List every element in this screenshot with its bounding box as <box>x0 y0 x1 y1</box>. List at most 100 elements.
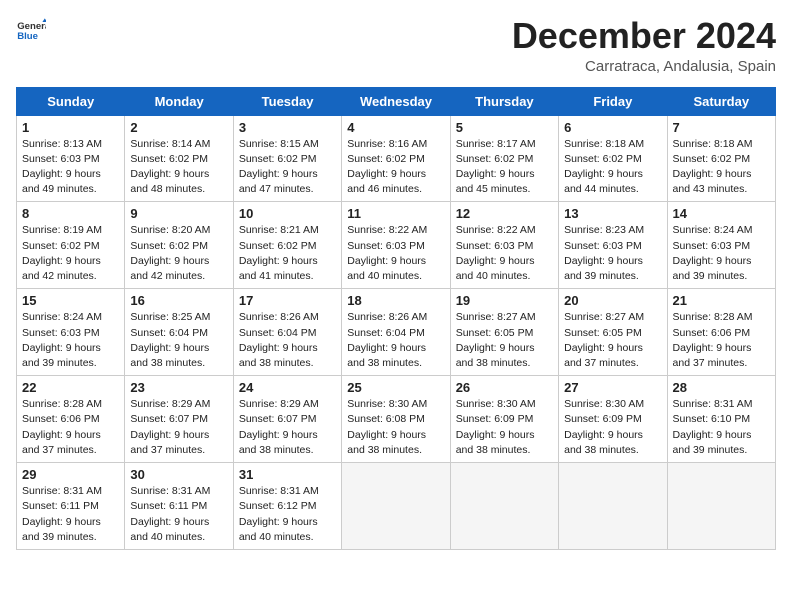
col-wednesday: Wednesday <box>342 87 450 115</box>
cell-content: Sunrise: 8:28 AMSunset: 6:06 PMDaylight:… <box>22 398 102 456</box>
location-title: Carratraca, Andalusia, Spain <box>512 58 776 75</box>
cell-content: Sunrise: 8:31 AMSunset: 6:12 PMDaylight:… <box>239 485 319 543</box>
cell-content: Sunrise: 8:22 AMSunset: 6:03 PMDaylight:… <box>347 224 427 282</box>
cell-content: Sunrise: 8:21 AMSunset: 6:02 PMDaylight:… <box>239 224 319 282</box>
svg-text:Blue: Blue <box>17 31 38 42</box>
cell-content: Sunrise: 8:27 AMSunset: 6:05 PMDaylight:… <box>564 311 644 369</box>
table-row: 9 Sunrise: 8:20 AMSunset: 6:02 PMDaylight… <box>125 202 233 289</box>
day-number: 13 <box>564 206 661 221</box>
day-number: 2 <box>130 120 227 135</box>
table-row: 4 Sunrise: 8:16 AMSunset: 6:02 PMDaylight… <box>342 115 450 202</box>
day-number: 15 <box>22 293 119 308</box>
table-row: 31 Sunrise: 8:31 AMSunset: 6:12 PMDayligh… <box>233 463 341 550</box>
table-row: 24 Sunrise: 8:29 AMSunset: 6:07 PMDayligh… <box>233 376 341 463</box>
logo: General Blue <box>16 16 46 46</box>
cell-content: Sunrise: 8:28 AMSunset: 6:06 PMDaylight:… <box>673 311 753 369</box>
logo-icon: General Blue <box>16 16 46 46</box>
table-row: 8 Sunrise: 8:19 AMSunset: 6:02 PMDaylight… <box>17 202 125 289</box>
day-number: 27 <box>564 380 661 395</box>
table-row: 23 Sunrise: 8:29 AMSunset: 6:07 PMDayligh… <box>125 376 233 463</box>
table-row: 11 Sunrise: 8:22 AMSunset: 6:03 PMDayligh… <box>342 202 450 289</box>
cell-content: Sunrise: 8:31 AMSunset: 6:11 PMDaylight:… <box>130 485 210 543</box>
table-row: 19 Sunrise: 8:27 AMSunset: 6:05 PMDayligh… <box>450 289 558 376</box>
day-number: 22 <box>22 380 119 395</box>
cell-content: Sunrise: 8:24 AMSunset: 6:03 PMDaylight:… <box>673 224 753 282</box>
table-row: 2 Sunrise: 8:14 AMSunset: 6:02 PMDaylight… <box>125 115 233 202</box>
col-tuesday: Tuesday <box>233 87 341 115</box>
calendar-row: 22 Sunrise: 8:28 AMSunset: 6:06 PMDayligh… <box>17 376 776 463</box>
day-number: 9 <box>130 206 227 221</box>
cell-content: Sunrise: 8:29 AMSunset: 6:07 PMDaylight:… <box>130 398 210 456</box>
cell-content: Sunrise: 8:26 AMSunset: 6:04 PMDaylight:… <box>347 311 427 369</box>
cell-content: Sunrise: 8:30 AMSunset: 6:09 PMDaylight:… <box>456 398 536 456</box>
day-number: 7 <box>673 120 770 135</box>
day-number: 5 <box>456 120 553 135</box>
cell-content: Sunrise: 8:14 AMSunset: 6:02 PMDaylight:… <box>130 138 210 196</box>
day-number: 19 <box>456 293 553 308</box>
cell-content: Sunrise: 8:15 AMSunset: 6:02 PMDaylight:… <box>239 138 319 196</box>
calendar-row: 29 Sunrise: 8:31 AMSunset: 6:11 PMDayligh… <box>17 463 776 550</box>
cell-content: Sunrise: 8:17 AMSunset: 6:02 PMDaylight:… <box>456 138 536 196</box>
day-number: 3 <box>239 120 336 135</box>
cell-content: Sunrise: 8:25 AMSunset: 6:04 PMDaylight:… <box>130 311 210 369</box>
table-row: 30Sunrise: 8:31 AMSunset: 6:11 PMDayligh… <box>125 463 233 550</box>
title-area: December 2024 Carratraca, Andalusia, Spa… <box>512 16 776 75</box>
calendar-row: 15 Sunrise: 8:24 AMSunset: 6:03 PMDayligh… <box>17 289 776 376</box>
cell-content: Sunrise: 8:20 AMSunset: 6:02 PMDaylight:… <box>130 224 210 282</box>
cell-content: Sunrise: 8:31 AMSunset: 6:10 PMDaylight:… <box>673 398 753 456</box>
cell-content: Sunrise: 8:18 AMSunset: 6:02 PMDaylight:… <box>564 138 644 196</box>
table-row: 7 Sunrise: 8:18 AMSunset: 6:02 PMDaylight… <box>667 115 775 202</box>
cell-content: Sunrise: 8:16 AMSunset: 6:02 PMDaylight:… <box>347 138 427 196</box>
table-row: 10 Sunrise: 8:21 AMSunset: 6:02 PMDayligh… <box>233 202 341 289</box>
table-row <box>450 463 558 550</box>
day-number: 8 <box>22 206 119 221</box>
table-row: 28Sunrise: 8:31 AMSunset: 6:10 PMDayligh… <box>667 376 775 463</box>
calendar-row: 8 Sunrise: 8:19 AMSunset: 6:02 PMDaylight… <box>17 202 776 289</box>
table-row: 5 Sunrise: 8:17 AMSunset: 6:02 PMDaylight… <box>450 115 558 202</box>
day-number: 24 <box>239 380 336 395</box>
day-number: 11 <box>347 206 444 221</box>
calendar-table: Sunday Monday Tuesday Wednesday Thursday… <box>16 87 776 550</box>
table-row: 16Sunrise: 8:25 AMSunset: 6:04 PMDayligh… <box>125 289 233 376</box>
calendar-row: 1Sunrise: 8:13 AMSunset: 6:03 PMDaylight… <box>17 115 776 202</box>
day-number: 20 <box>564 293 661 308</box>
cell-content: Sunrise: 8:24 AMSunset: 6:03 PMDaylight:… <box>22 311 102 369</box>
day-number: 17 <box>239 293 336 308</box>
col-sunday: Sunday <box>17 87 125 115</box>
day-number: 25 <box>347 380 444 395</box>
col-saturday: Saturday <box>667 87 775 115</box>
day-number: 29 <box>22 467 119 482</box>
table-row: 29 Sunrise: 8:31 AMSunset: 6:11 PMDayligh… <box>17 463 125 550</box>
table-row: 27 Sunrise: 8:30 AMSunset: 6:09 PMDayligh… <box>559 376 667 463</box>
cell-content: Sunrise: 8:27 AMSunset: 6:05 PMDaylight:… <box>456 311 536 369</box>
table-row: 25Sunrise: 8:30 AMSunset: 6:08 PMDayligh… <box>342 376 450 463</box>
table-row <box>667 463 775 550</box>
cell-content: Sunrise: 8:23 AMSunset: 6:03 PMDaylight:… <box>564 224 644 282</box>
table-row: 26 Sunrise: 8:30 AMSunset: 6:09 PMDayligh… <box>450 376 558 463</box>
table-row: 22 Sunrise: 8:28 AMSunset: 6:06 PMDayligh… <box>17 376 125 463</box>
month-title: December 2024 <box>512 16 776 56</box>
cell-content: Sunrise: 8:18 AMSunset: 6:02 PMDaylight:… <box>673 138 753 196</box>
cell-content: Sunrise: 8:19 AMSunset: 6:02 PMDaylight:… <box>22 224 102 282</box>
day-number: 4 <box>347 120 444 135</box>
day-number: 10 <box>239 206 336 221</box>
cell-content: Sunrise: 8:30 AMSunset: 6:09 PMDaylight:… <box>564 398 644 456</box>
cell-content: Sunrise: 8:29 AMSunset: 6:07 PMDaylight:… <box>239 398 319 456</box>
header: General Blue December 2024 Carratraca, A… <box>16 16 776 75</box>
table-row <box>559 463 667 550</box>
cell-content: Sunrise: 8:26 AMSunset: 6:04 PMDaylight:… <box>239 311 319 369</box>
day-number: 23 <box>130 380 227 395</box>
table-row <box>342 463 450 550</box>
table-row: 12Sunrise: 8:22 AMSunset: 6:03 PMDayligh… <box>450 202 558 289</box>
cell-content: Sunrise: 8:31 AMSunset: 6:11 PMDaylight:… <box>22 485 102 543</box>
day-number: 18 <box>347 293 444 308</box>
day-number: 26 <box>456 380 553 395</box>
table-row: 17 Sunrise: 8:26 AMSunset: 6:04 PMDayligh… <box>233 289 341 376</box>
table-row: 13 Sunrise: 8:23 AMSunset: 6:03 PMDayligh… <box>559 202 667 289</box>
day-number: 31 <box>239 467 336 482</box>
table-row: 15 Sunrise: 8:24 AMSunset: 6:03 PMDayligh… <box>17 289 125 376</box>
table-row: 14Sunrise: 8:24 AMSunset: 6:03 PMDayligh… <box>667 202 775 289</box>
day-number: 12 <box>456 206 553 221</box>
col-thursday: Thursday <box>450 87 558 115</box>
cell-content: Sunrise: 8:13 AMSunset: 6:03 PMDaylight:… <box>22 138 102 196</box>
